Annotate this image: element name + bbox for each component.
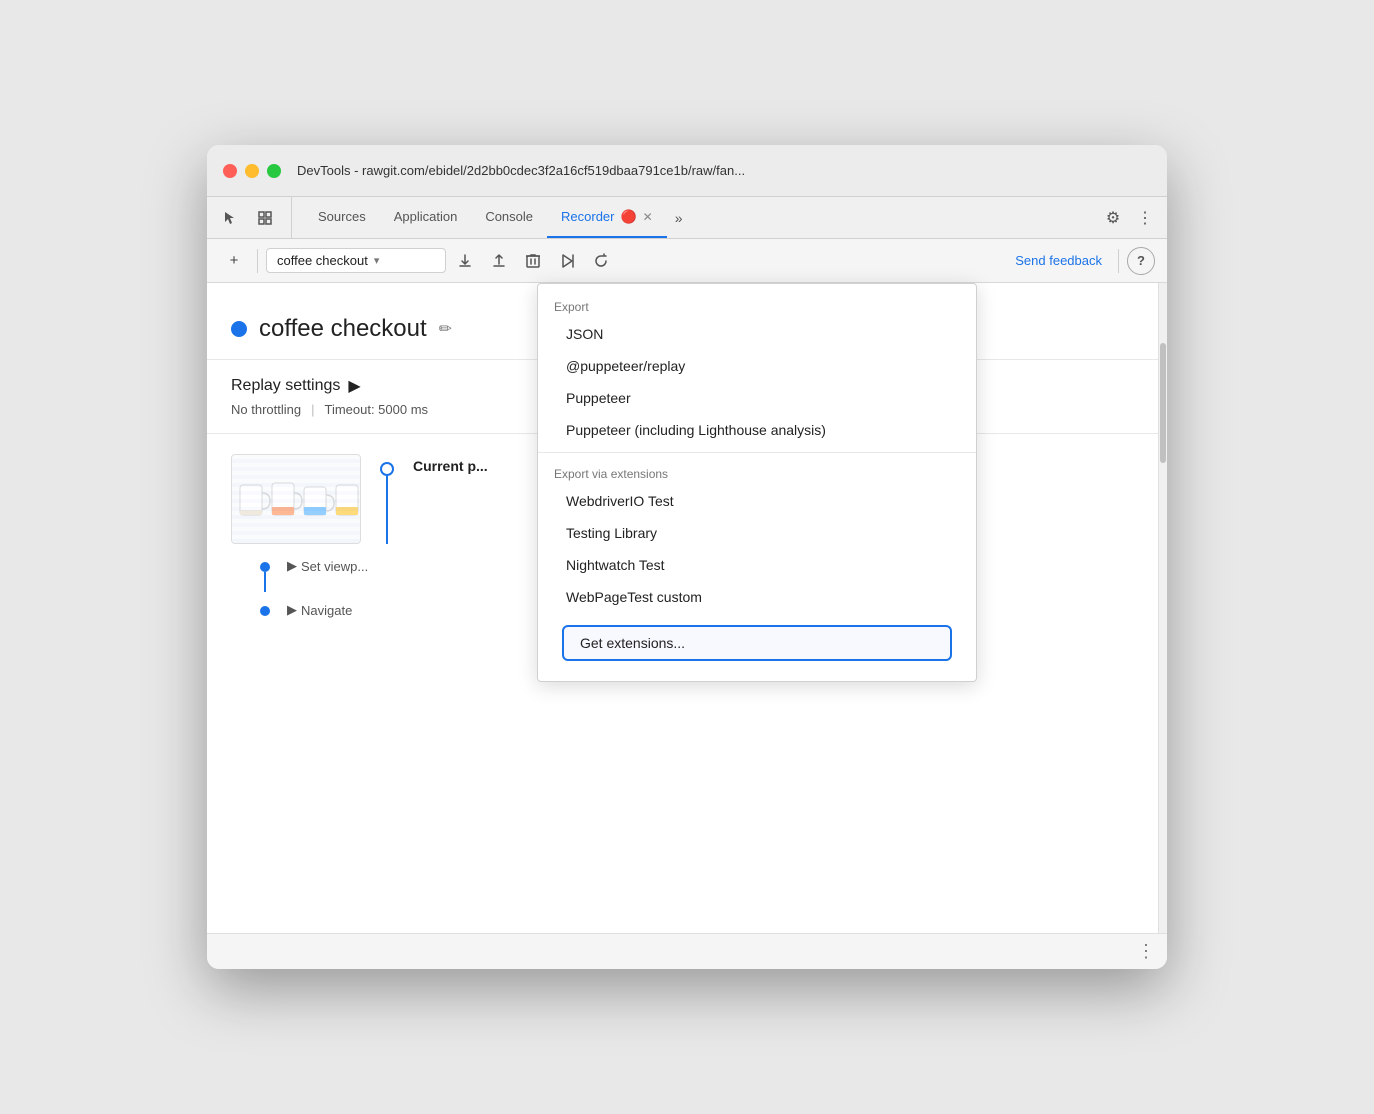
- send-feedback-link[interactable]: Send feedback: [1007, 253, 1110, 268]
- recording-title: coffee checkout: [259, 315, 427, 343]
- scrollbar-thumb[interactable]: [1160, 343, 1166, 463]
- replay-button[interactable]: [586, 246, 616, 276]
- toolbar-divider-2: [1118, 249, 1119, 273]
- step-navigate-label: Navigate: [301, 603, 352, 618]
- title-bar: DevTools - rawgit.com/ebidel/2d2bb0cdec3…: [207, 145, 1167, 197]
- toolbar-divider-1: [257, 249, 258, 273]
- page-thumbnail: [231, 454, 361, 544]
- step-viewport-label: Set viewp...: [301, 559, 368, 574]
- replay-settings-label: Replay settings: [231, 377, 340, 395]
- export-section-label: Export: [538, 292, 976, 318]
- chevron-down-icon: ▾: [374, 254, 380, 267]
- selected-recording-name: coffee checkout: [277, 253, 368, 268]
- step-circle-viewport: [260, 562, 270, 572]
- tab-close-recorder[interactable]: ✕: [643, 210, 653, 224]
- maximize-button[interactable]: [267, 164, 281, 178]
- recording-selector[interactable]: coffee checkout ▾: [266, 248, 446, 273]
- throttling-label: No throttling: [231, 402, 301, 417]
- bottom-more-options-icon[interactable]: ⋮: [1137, 941, 1155, 962]
- export-webpagetest-item[interactable]: WebPageTest custom: [538, 581, 976, 613]
- devtools-window: DevTools - rawgit.com/ebidel/2d2bb0cdec3…: [207, 145, 1167, 969]
- tab-sources[interactable]: Sources: [304, 197, 380, 238]
- step-viewport-content[interactable]: ▶ Set viewp...: [287, 558, 368, 574]
- timeout-label: Timeout: 5000 ms: [324, 402, 428, 417]
- replay-settings-arrow-icon: ▶: [348, 376, 360, 396]
- import-button[interactable]: [484, 246, 514, 276]
- export-nightwatch-item[interactable]: Nightwatch Test: [538, 549, 976, 581]
- recorder-toolbar: + coffee checkout ▾: [207, 239, 1167, 283]
- layers-icon[interactable]: [251, 204, 279, 232]
- tabs: Sources Application Console Recorder 🔴 ✕…: [304, 197, 1099, 238]
- recorder-icon: 🔴: [620, 209, 636, 225]
- help-button[interactable]: ?: [1127, 247, 1155, 275]
- more-options-icon[interactable]: ⋮: [1131, 204, 1159, 232]
- export-puppeteer-replay-item[interactable]: @puppeteer/replay: [538, 350, 976, 382]
- expand-icon: ▶: [287, 558, 297, 574]
- export-puppeteer-item[interactable]: Puppeteer: [538, 382, 976, 414]
- close-button[interactable]: [223, 164, 237, 178]
- export-button[interactable]: [450, 246, 480, 276]
- tab-recorder[interactable]: Recorder 🔴 ✕: [547, 197, 667, 238]
- tab-application[interactable]: Application: [380, 197, 472, 238]
- bottom-toolbar: ⋮: [207, 933, 1167, 969]
- step-line-viewport: [264, 572, 266, 592]
- export-dropdown: Export JSON @puppeteer/replay Puppeteer …: [537, 283, 977, 682]
- export-json-item[interactable]: JSON: [538, 318, 976, 350]
- tab-console[interactable]: Console: [471, 197, 547, 238]
- scrollbar[interactable]: [1159, 283, 1167, 933]
- step-line: [386, 476, 388, 544]
- more-tabs-button[interactable]: »: [667, 197, 691, 238]
- window-title: DevTools - rawgit.com/ebidel/2d2bb0cdec3…: [297, 163, 1151, 178]
- dropdown-divider: [538, 452, 976, 453]
- play-recording-button[interactable]: [552, 246, 582, 276]
- recording-status-dot: [231, 321, 247, 337]
- edit-title-icon[interactable]: ✏: [439, 319, 452, 339]
- step-navigate-content[interactable]: ▶ Navigate: [287, 602, 352, 618]
- export-webdriverio-item[interactable]: WebdriverIO Test: [538, 485, 976, 517]
- step-circle-top: [380, 462, 394, 476]
- cursor-icon[interactable]: [215, 204, 243, 232]
- minimize-button[interactable]: [245, 164, 259, 178]
- meta-divider: |: [311, 402, 314, 417]
- tab-bar-icons: [215, 197, 292, 238]
- add-recording-button[interactable]: +: [219, 246, 249, 276]
- main-content: coffee checkout ✏ Replay settings ▶ No t…: [207, 283, 1167, 933]
- step-circle-navigate: [260, 606, 270, 616]
- navigate-expand-icon: ▶: [287, 602, 297, 618]
- export-via-extensions-label: Export via extensions: [538, 459, 976, 485]
- traffic-lights: [223, 164, 281, 178]
- tab-bar: Sources Application Console Recorder 🔴 ✕…: [207, 197, 1167, 239]
- tab-bar-right: ⚙ ⋮: [1099, 197, 1159, 238]
- get-extensions-wrapper: Get extensions...: [546, 617, 968, 669]
- get-extensions-button[interactable]: Get extensions...: [562, 625, 952, 661]
- settings-icon[interactable]: ⚙: [1099, 204, 1127, 232]
- export-testing-library-item[interactable]: Testing Library: [538, 517, 976, 549]
- export-puppeteer-lighthouse-item[interactable]: Puppeteer (including Lighthouse analysis…: [538, 414, 976, 446]
- delete-button[interactable]: [518, 246, 548, 276]
